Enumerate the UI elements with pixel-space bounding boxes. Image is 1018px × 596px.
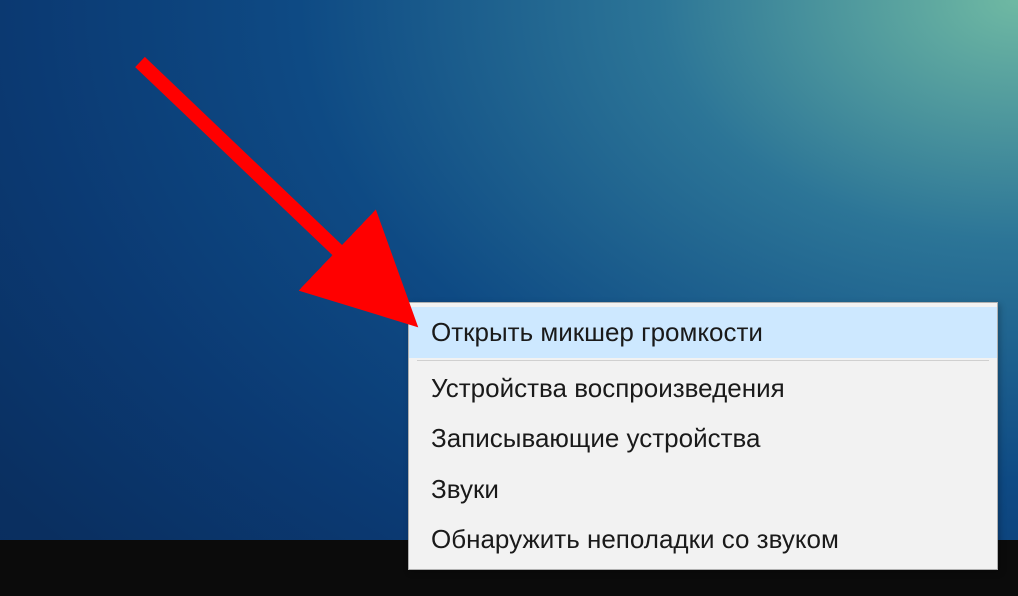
menu-item-recording-devices[interactable]: Записывающие устройства (409, 413, 997, 464)
desktop-background: Открыть микшер громкости Устройства восп… (0, 0, 1018, 596)
menu-item-playback-devices[interactable]: Устройства воспроизведения (409, 363, 997, 414)
menu-item-troubleshoot-sound[interactable]: Обнаружить неполадки со звуком (409, 514, 997, 565)
menu-item-sounds[interactable]: Звуки (409, 464, 997, 515)
volume-context-menu: Открыть микшер громкости Устройства восп… (408, 302, 998, 570)
menu-separator (417, 360, 989, 361)
menu-item-open-volume-mixer[interactable]: Открыть микшер громкости (409, 307, 997, 358)
